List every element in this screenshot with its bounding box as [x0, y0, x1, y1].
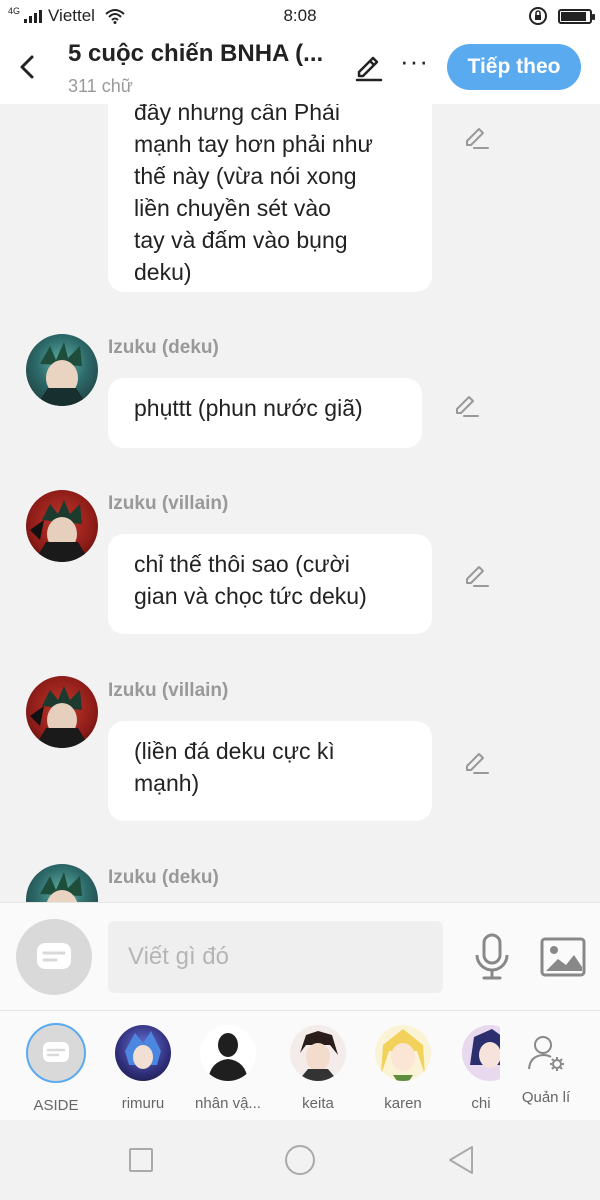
- battery-icon: [558, 8, 595, 24]
- edit-message-icon[interactable]: [462, 749, 490, 777]
- recent-apps-icon[interactable]: [129, 1148, 153, 1172]
- chat-area[interactable]: đây nhưng cần Phải mạnh tay hơn phải như…: [0, 104, 600, 902]
- manage-characters-button[interactable]: Quản lí: [514, 1033, 578, 1106]
- person-silhouette-icon: [208, 1033, 248, 1081]
- message-composer: [0, 902, 600, 1010]
- message-bubble[interactable]: đây nhưng cần Phải mạnh tay hơn phải như…: [108, 104, 432, 292]
- status-right: [528, 6, 595, 26]
- clock: 8:08: [283, 6, 317, 25]
- deku-avatar[interactable]: [26, 334, 98, 406]
- character-rimuru[interactable]: rimuru: [101, 1023, 185, 1112]
- rotation-lock-icon: [529, 7, 547, 25]
- aside-avatar: [26, 1023, 86, 1083]
- karen-avatar-art: [381, 1029, 425, 1081]
- character-label: chi: [471, 1095, 491, 1112]
- sender-name: Izuku (deku): [108, 337, 219, 358]
- message-line: mạnh tay hơn phải như: [134, 131, 373, 157]
- user-settings-icon: [528, 1036, 564, 1071]
- villain-avatar[interactable]: [26, 490, 98, 562]
- back-arrow-icon[interactable]: [14, 50, 40, 84]
- microphone-icon[interactable]: [472, 933, 512, 981]
- character-label: ASIDE: [33, 1097, 79, 1114]
- message-bubble[interactable]: chỉ thế thôi sao (cười gian và chọc tức …: [108, 534, 432, 634]
- speech-bubble-icon: [37, 943, 71, 969]
- keita-avatar: [290, 1025, 346, 1081]
- message-bubble[interactable]: phụttt (phun nước giã): [108, 378, 422, 448]
- message-bubble[interactable]: (liền đá deku cực kì mạnh): [108, 721, 432, 821]
- system-nav-bar: [0, 1120, 600, 1200]
- battery-level: [561, 11, 586, 21]
- deku-avatar-art: [40, 872, 82, 902]
- character-karen[interactable]: karen: [361, 1023, 445, 1112]
- message-text: phụttt (phun nước giã): [134, 395, 363, 421]
- word-count: 311 chữ: [68, 76, 133, 96]
- karen-avatar: [375, 1025, 431, 1081]
- message-input[interactable]: [108, 921, 443, 993]
- sender-name: Izuku (villain): [108, 680, 229, 701]
- character-chi[interactable]: chi: [440, 1023, 500, 1112]
- image-icon[interactable]: [540, 937, 586, 977]
- message-line: deku): [134, 259, 192, 285]
- speech-bubble-icon: [43, 1042, 69, 1062]
- message-line: liền chuyền sét vào: [134, 195, 331, 221]
- status-bar: 4G Viettel 8:08: [0, 0, 600, 32]
- character-keita[interactable]: keita: [276, 1023, 360, 1112]
- character-aside[interactable]: ASIDE: [14, 1023, 98, 1114]
- character-label: rimuru: [121, 1095, 165, 1112]
- message-line: thế này (vừa nói xong: [134, 163, 357, 189]
- edit-message-icon[interactable]: [452, 392, 480, 420]
- next-button[interactable]: Tiếp theo: [447, 44, 581, 90]
- message-line: gian và chọc tức deku): [134, 583, 367, 609]
- edit-pencil-icon[interactable]: [353, 52, 385, 84]
- message-line: (liền đá deku cực kì: [134, 738, 335, 764]
- message-line: chỉ thế thôi sao (cười: [134, 551, 350, 577]
- story-header: 5 cuộc chiến BNHA (... 311 chữ ··· Tiếp …: [0, 32, 600, 104]
- sender-name: Izuku (villain): [108, 493, 229, 514]
- character-unnamed[interactable]: nhân vậ...: [186, 1023, 270, 1112]
- character-selector: ASIDE rimuru nhân vậ... keita karen chi …: [0, 1010, 600, 1120]
- manage-label: Quản lí: [521, 1089, 571, 1106]
- keita-avatar-art: [298, 1031, 338, 1081]
- character-label: nhân vậ...: [195, 1095, 261, 1112]
- story-title[interactable]: 5 cuộc chiến BNHA (...: [68, 40, 338, 68]
- edit-message-icon[interactable]: [462, 124, 490, 152]
- message-line: tay và đấm vào bụng: [134, 227, 348, 253]
- villain-avatar-art: [30, 500, 90, 562]
- sender-name: Izuku (deku): [108, 867, 219, 888]
- back-triangle-icon[interactable]: [447, 1144, 475, 1176]
- character-label: karen: [384, 1095, 422, 1112]
- chi-avatar-art: [470, 1029, 500, 1068]
- edit-message-icon[interactable]: [462, 562, 490, 590]
- chi-avatar: [462, 1025, 500, 1081]
- deku-avatar[interactable]: [26, 864, 98, 902]
- character-label: keita: [302, 1095, 334, 1112]
- message-line: mạnh): [134, 770, 200, 796]
- rimuru-avatar-art: [125, 1031, 161, 1069]
- home-icon[interactable]: [285, 1145, 315, 1175]
- more-options-icon[interactable]: ···: [400, 48, 428, 80]
- silhouette-avatar: [200, 1025, 256, 1081]
- villain-avatar-art: [30, 686, 90, 748]
- deku-avatar-art: [36, 342, 88, 406]
- message-line: đây nhưng cần Phải: [134, 104, 340, 125]
- aside-toggle-button[interactable]: [16, 919, 92, 995]
- rimuru-avatar: [115, 1025, 171, 1081]
- villain-avatar[interactable]: [26, 676, 98, 748]
